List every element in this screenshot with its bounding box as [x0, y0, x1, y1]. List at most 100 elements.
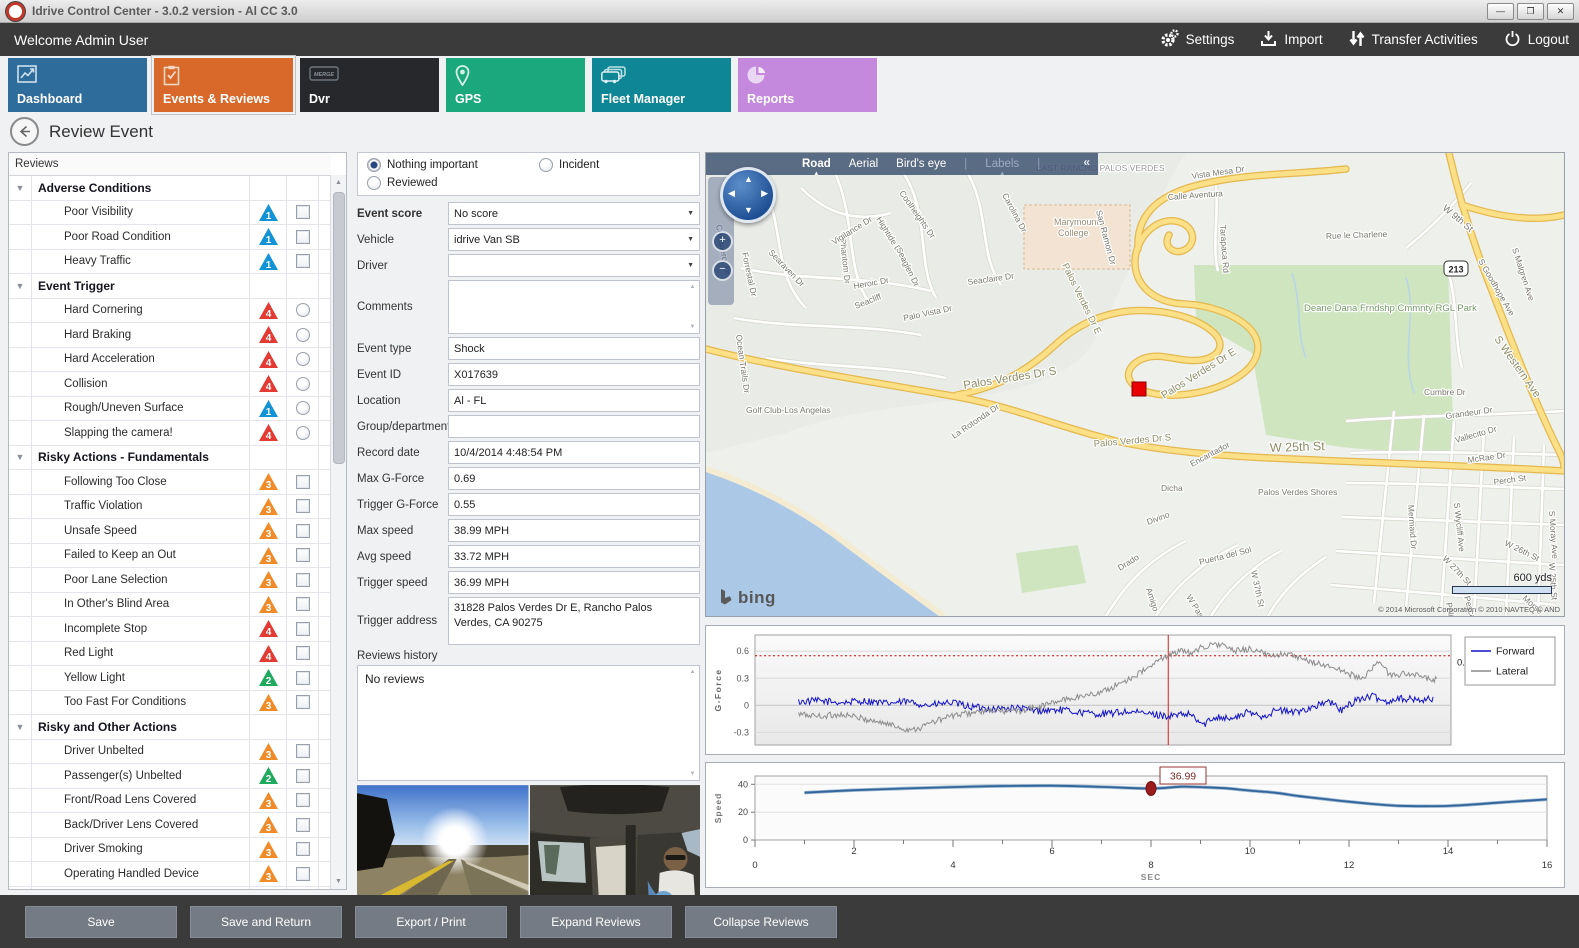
tree-item-row[interactable]: Traffic Violation3 [9, 495, 331, 520]
item-radio[interactable] [286, 323, 318, 347]
item-checkbox[interactable] [286, 838, 318, 862]
checkbox-icon[interactable] [296, 524, 310, 538]
pan-up-icon[interactable]: ▲ [744, 175, 753, 184]
checkbox-icon[interactable] [296, 597, 310, 611]
scroll-up-icon[interactable]: ▲ [331, 175, 346, 190]
tree-item-row[interactable]: Driver Smoking3 [9, 838, 331, 863]
tree-item-row[interactable]: Failed to Keep an Out3 [9, 544, 331, 569]
record-date-field[interactable]: 10/4/2014 4:48:54 PM [448, 441, 700, 464]
tree-item-row[interactable]: Driver Unbelted3 [9, 740, 331, 765]
tree-item-row[interactable]: Rough/Uneven Surface1 [9, 397, 331, 422]
tree-item-row[interactable]: Poor Road Condition1 [9, 225, 331, 250]
item-checkbox[interactable] [286, 470, 318, 494]
tree-group-row[interactable]: ▼Risky and Other Actions [9, 715, 331, 740]
item-checkbox[interactable] [286, 568, 318, 592]
tree-item-row[interactable]: Unsafe Speed3 [9, 519, 331, 544]
checkbox-icon[interactable] [296, 622, 310, 636]
collapse-arrow-icon[interactable]: ▼ [9, 176, 31, 200]
chevron-down-icon[interactable]: ▼ [687, 262, 694, 269]
tree-item-row[interactable]: Incomplete Stop4 [9, 617, 331, 642]
tree-item-row[interactable]: Poor Visibility1 [9, 201, 331, 226]
item-checkbox[interactable] [286, 813, 318, 837]
zoom-in-button[interactable]: + [712, 231, 733, 252]
item-checkbox[interactable] [286, 740, 318, 764]
item-radio[interactable] [286, 372, 318, 396]
tree-item-row[interactable]: Following Too Close3 [9, 470, 331, 495]
tree-item-row[interactable]: In Other's Blind Area3 [9, 593, 331, 618]
tab-gps[interactable]: GPS [446, 58, 585, 112]
tree-item-row[interactable]: Red Light4 [9, 642, 331, 667]
tree-item-row[interactable]: Hard Braking4 [9, 323, 331, 348]
minimize-button[interactable]: — [1487, 3, 1514, 20]
checkbox-icon[interactable] [296, 769, 310, 783]
logout-button[interactable]: Logout [1504, 30, 1569, 50]
map-mode-bird-s-eye[interactable]: Bird's eye [896, 158, 946, 170]
event-score-dropdown[interactable]: No score▼ [448, 202, 700, 225]
map-mode-labels[interactable]: Labels▲ [985, 158, 1019, 170]
item-checkbox[interactable] [286, 617, 318, 641]
status-option-reviewed[interactable]: Reviewed [367, 176, 539, 190]
tab-fleet-manager[interactable]: Fleet Manager [592, 58, 731, 112]
item-checkbox[interactable] [286, 250, 318, 274]
tree-group-row[interactable]: ▼Risky Actions - Fundamentals [9, 446, 331, 471]
radio-icon[interactable] [296, 352, 310, 366]
tree-scrollbar[interactable]: ▲ ▼ [330, 175, 346, 889]
tree-item-row[interactable]: Operating Handled Device3 [9, 862, 331, 887]
checkbox-icon[interactable] [296, 254, 310, 268]
tree-item-row[interactable]: Hard Cornering4 [9, 299, 331, 324]
collapse-arrow-icon[interactable]: ▼ [9, 446, 31, 470]
item-checkbox[interactable] [286, 642, 318, 666]
status-option-incident[interactable]: Incident [539, 158, 699, 172]
checkbox-icon[interactable] [296, 793, 310, 807]
radio-icon[interactable] [296, 303, 310, 317]
item-radio[interactable] [286, 421, 318, 445]
checkbox-icon[interactable] [296, 205, 310, 219]
checkbox-icon[interactable] [296, 573, 310, 587]
item-checkbox[interactable] [286, 544, 318, 568]
location-field[interactable]: Al - FL [448, 389, 700, 412]
collapse-arrow-icon[interactable]: ▼ [9, 715, 31, 739]
trigger-address-field[interactable]: 31828 Palos Verdes Dr E, Rancho Palos Ve… [448, 597, 700, 645]
radio-icon[interactable] [539, 158, 553, 172]
item-checkbox[interactable] [286, 495, 318, 519]
zoom-out-button[interactable]: − [712, 260, 733, 281]
item-checkbox[interactable] [286, 691, 318, 715]
vehicle-dropdown[interactable]: idrive Van SB▼ [448, 228, 700, 251]
chevron-down-icon[interactable]: ▼ [687, 210, 694, 217]
item-radio[interactable] [286, 299, 318, 323]
textarea-scrollbar[interactable]: ▲▼ [687, 282, 698, 332]
export-print-button[interactable]: Export / Print [355, 906, 507, 938]
item-radio[interactable] [286, 348, 318, 372]
radio-icon[interactable] [296, 401, 310, 415]
event-id-field[interactable]: X017639 [448, 363, 700, 386]
history-scrollbar[interactable]: ▲▼ [687, 667, 698, 779]
item-checkbox[interactable] [286, 593, 318, 617]
tab-reports[interactable]: Reports [738, 58, 877, 112]
item-checkbox[interactable] [286, 764, 318, 788]
tab-dashboard[interactable]: Dashboard [8, 58, 147, 112]
tree-item-row[interactable]: Slapping the camera!4 [9, 421, 331, 446]
checkbox-icon[interactable] [296, 867, 310, 881]
tree-group-row[interactable]: ▼Adverse Conditions [9, 176, 331, 201]
tree-item-row[interactable]: Heavy Traffic1 [9, 250, 331, 275]
tab-events-reviews[interactable]: Events & Reviews [154, 58, 293, 112]
tree-item-row[interactable]: Back/Driver Lens Covered3 [9, 813, 331, 838]
trigger-speed-field[interactable]: 36.99 MPH [448, 571, 700, 594]
collapse-arrow-icon[interactable]: ▼ [9, 274, 31, 298]
collapse-reviews-button[interactable]: Collapse Reviews [685, 906, 837, 938]
group-department-field[interactable] [448, 415, 700, 438]
item-checkbox[interactable] [286, 789, 318, 813]
map-toolbar-collapse-button[interactable]: « [1083, 155, 1090, 169]
tree-item-row[interactable]: Collision4 [9, 372, 331, 397]
checkbox-icon[interactable] [296, 842, 310, 856]
chevron-down-icon[interactable]: ▼ [687, 236, 694, 243]
checkbox-icon[interactable] [296, 230, 310, 244]
checkbox-icon[interactable] [296, 646, 310, 660]
expand-reviews-button[interactable]: Expand Reviews [520, 906, 672, 938]
back-button[interactable] [10, 117, 39, 146]
item-checkbox[interactable] [286, 201, 318, 225]
tab-dvr[interactable]: MERGEDvr [300, 58, 439, 112]
tree-item-row[interactable]: Front/Road Lens Covered3 [9, 789, 331, 814]
scrollbar-thumb[interactable] [333, 192, 345, 464]
tree-item-row[interactable]: Too Fast For Conditions3 [9, 691, 331, 716]
